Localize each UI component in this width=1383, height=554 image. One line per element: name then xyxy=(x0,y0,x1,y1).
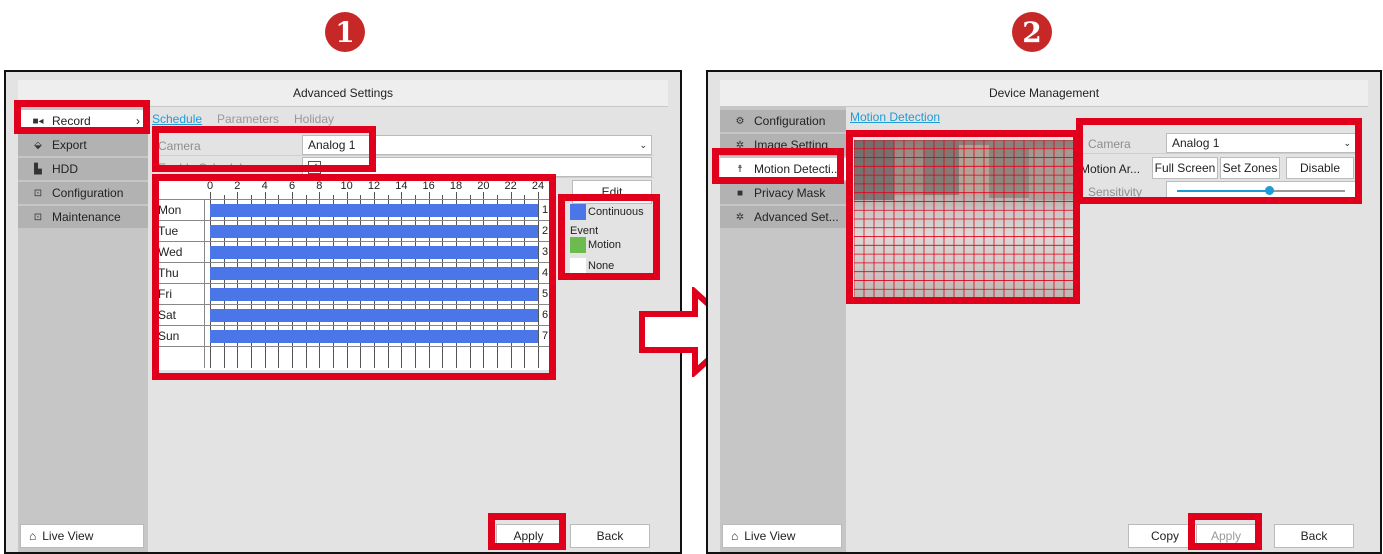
configuration-icon: ⊡ xyxy=(33,187,43,199)
chevron-down-icon: ⌄ xyxy=(639,139,647,150)
live-view-button[interactable]: ⌂ Live View xyxy=(722,524,842,548)
highlight-schedule-grid xyxy=(152,174,556,380)
sidebar-item-privacy-mask[interactable]: ■ Privacy Mask xyxy=(720,182,846,204)
sidebar-item-label: HDD xyxy=(52,162,78,176)
sidebar-item-export[interactable]: ⬙ Export xyxy=(18,134,148,156)
live-view-label: Live View xyxy=(42,529,94,543)
highlight-settings xyxy=(1076,118,1362,204)
sidebar-item-configuration[interactable]: ⚙ Configuration xyxy=(720,110,846,132)
back-button[interactable]: Back xyxy=(570,524,650,548)
tab-parameters[interactable]: Parameters xyxy=(217,112,279,126)
highlight-apply xyxy=(1188,513,1262,550)
sidebar-item-label: Configuration xyxy=(754,114,826,128)
device-management-panel: Device Management ⚙ Configuration ✲ Imag… xyxy=(706,70,1382,554)
maintenance-icon: ⊡ xyxy=(33,211,43,223)
tab-motion-detection[interactable]: Motion Detection xyxy=(850,110,940,124)
sidebar-item-label: Advanced Set... xyxy=(754,210,839,224)
highlight-motion-detection xyxy=(712,148,844,184)
advanced-settings-icon: ✲ xyxy=(735,211,745,223)
step-2-badge: 2 xyxy=(1012,12,1052,52)
tab-schedule[interactable]: Schedule xyxy=(152,112,202,126)
step-1-badge: 1 xyxy=(325,12,365,52)
sidebar-item-label: Export xyxy=(52,138,87,152)
highlight-apply xyxy=(488,513,566,550)
sidebar: ■◂ Record › ⬙ Export ▙ HDD ⊡ Configurati… xyxy=(18,106,148,552)
live-view-button[interactable]: ⌂ Live View xyxy=(20,524,144,548)
highlight-legend xyxy=(558,194,660,280)
export-icon: ⬙ xyxy=(34,139,42,151)
highlight-preview xyxy=(846,130,1080,304)
sidebar-item-label: Privacy Mask xyxy=(754,186,826,200)
sidebar-item-advanced-settings[interactable]: ✲ Advanced Set... xyxy=(720,206,846,228)
gear-icon: ⚙ xyxy=(735,115,745,127)
highlight-record xyxy=(14,100,150,134)
back-button[interactable]: Back xyxy=(1274,524,1354,548)
sidebar-item-label: Configuration xyxy=(52,186,124,200)
live-view-label: Live View xyxy=(744,529,796,543)
advanced-settings-panel: Advanced Settings ■◂ Record › ⬙ Export ▙… xyxy=(4,70,682,554)
home-icon: ⌂ xyxy=(731,529,739,543)
sidebar-item-label: Maintenance xyxy=(52,210,121,224)
tab-holiday[interactable]: Holiday xyxy=(294,112,334,126)
privacy-mask-icon: ■ xyxy=(736,187,744,199)
sidebar-item-configuration[interactable]: ⊡ Configuration xyxy=(18,182,148,204)
home-icon: ⌂ xyxy=(29,529,37,543)
sidebar-item-maintenance[interactable]: ⊡ Maintenance xyxy=(18,206,148,228)
window-title: Device Management xyxy=(720,80,1368,107)
highlight-camera-schedule xyxy=(152,126,376,172)
hdd-icon: ▙ xyxy=(34,163,42,175)
sidebar-item-hdd[interactable]: ▙ HDD xyxy=(18,158,148,180)
